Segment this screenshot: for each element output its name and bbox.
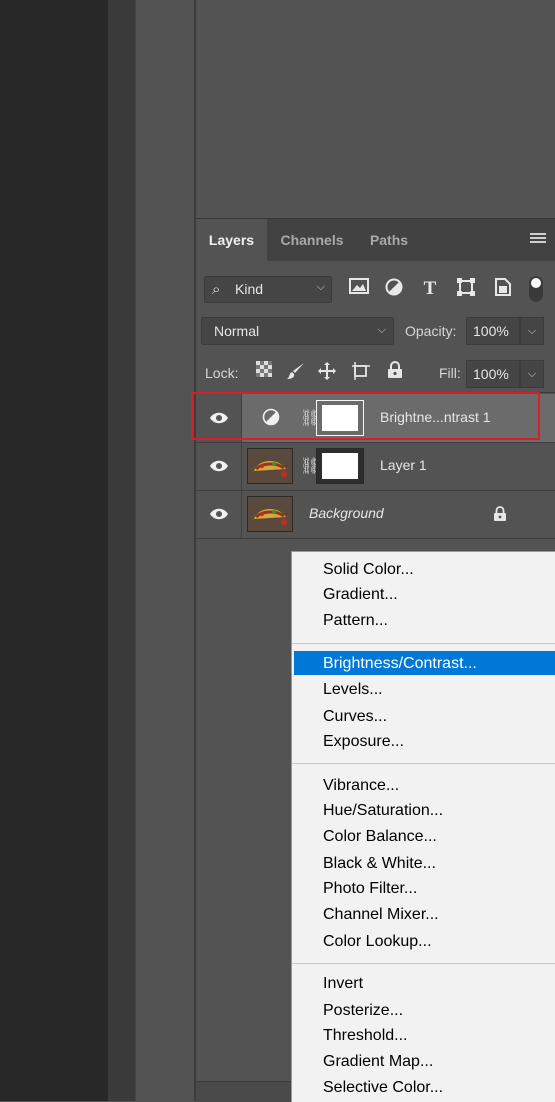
layer-row-background[interactable]: Background [196, 490, 555, 539]
lock-transparent-pixels-icon[interactable] [253, 361, 275, 383]
layer-thumbnail[interactable] [247, 448, 293, 484]
lock-row: Lock: Fill: 100% ⌵ [196, 352, 555, 393]
menu-separator [292, 963, 555, 964]
lock-artboard-icon[interactable] [350, 361, 372, 383]
smart-object-filter-icon[interactable] [492, 278, 514, 300]
chevron-down-icon: ⌵ [377, 324, 386, 336]
tab-channels[interactable]: Channels [268, 219, 356, 261]
taco-image-icon [248, 449, 292, 483]
menu-separator [292, 763, 555, 764]
chevron-down-icon: ⌵ [316, 281, 325, 293]
type-filter-icon[interactable]: T [419, 278, 441, 300]
menu-item-color-lookup[interactable]: Color Lookup... [292, 929, 555, 953]
filter-toggle-switch[interactable] [529, 276, 543, 302]
layer-name[interactable]: Layer 1 [380, 457, 427, 473]
panel-menu-icon[interactable] [530, 233, 546, 247]
layer-name[interactable]: Background [309, 505, 384, 521]
blend-row: Normal ⌵ Opacity: 100% ⌵ [196, 310, 555, 352]
tab-paths[interactable]: Paths [356, 219, 422, 261]
layer-row-layer-1[interactable]: ⛓ Layer 1 [196, 442, 555, 491]
fill-value: 100% [473, 366, 509, 382]
filter-kind-label: Kind [235, 281, 264, 297]
eye-icon [210, 508, 228, 520]
opacity-value: 100% [473, 323, 509, 339]
menu-item-photo-filter[interactable]: Photo Filter... [292, 876, 555, 900]
selected-layer-highlight-box [191, 392, 540, 440]
opacity-field[interactable]: 100% [466, 317, 520, 345]
panel-dock-strip [135, 0, 195, 1101]
menu-item-gradient-map[interactable]: Gradient Map... [292, 1049, 555, 1073]
menu-item-threshold[interactable]: Threshold... [292, 1023, 555, 1047]
menu-item-selective-color[interactable]: Selective Color... [292, 1075, 555, 1099]
menu-item-vibrance[interactable]: Vibrance... [292, 773, 555, 797]
menu-item-color-balance[interactable]: Color Balance... [292, 824, 555, 848]
layer-filter-row: ⌕ Kind ⌵ T [196, 260, 555, 310]
menu-item-hue-saturation[interactable]: Hue/Saturation... [292, 798, 555, 822]
adjustment-filter-icon[interactable] [383, 278, 405, 300]
menu-item-black-white[interactable]: Black & White... [292, 851, 555, 875]
menu-item-posterize[interactable]: Posterize... [292, 998, 555, 1022]
taco-image-icon [248, 497, 292, 531]
menu-item-gradient[interactable]: Gradient... [292, 582, 555, 606]
menu-item-exposure[interactable]: Exposure... [292, 729, 555, 753]
opacity-label: Opacity: [405, 323, 457, 339]
menu-separator [292, 643, 555, 644]
new-adjustment-layer-menu: Solid Color... Gradient... Pattern... Br… [291, 551, 555, 1102]
shape-filter-icon[interactable] [455, 278, 477, 300]
fill-field[interactable]: 100% [466, 360, 520, 388]
lock-image-pixels-brush-icon[interactable] [285, 361, 307, 383]
visibility-toggle[interactable] [196, 490, 242, 538]
menu-item-solid-color[interactable]: Solid Color... [292, 557, 555, 581]
menu-item-invert[interactable]: Invert [292, 971, 555, 995]
lock-icon [494, 506, 506, 521]
fill-dropdown-button[interactable]: ⌵ [520, 360, 544, 388]
upper-panel-empty [196, 0, 555, 218]
blend-mode-value: Normal [214, 323, 260, 339]
visibility-toggle[interactable] [196, 442, 242, 490]
image-filter-icon[interactable] [348, 278, 370, 300]
panel-bottom-toolbar [196, 1081, 291, 1102]
lock-all-icon[interactable] [384, 361, 406, 383]
document-canvas-area [0, 0, 108, 1101]
menu-item-channel-mixer[interactable]: Channel Mixer... [292, 902, 555, 926]
fill-label: Fill: [439, 365, 461, 381]
panel-tab-bar: Layers Channels Paths [196, 218, 555, 261]
lock-label: Lock: [205, 365, 239, 381]
layer-thumbnail[interactable] [247, 496, 293, 532]
menu-item-pattern[interactable]: Pattern... [292, 608, 555, 632]
lock-position-move-icon[interactable] [316, 361, 338, 383]
search-icon: ⌕ [212, 281, 221, 298]
tab-layers[interactable]: Layers [196, 219, 267, 261]
filter-kind-select[interactable]: ⌕ Kind ⌵ [204, 276, 332, 303]
blend-mode-select[interactable]: Normal ⌵ [201, 317, 394, 345]
menu-item-levels[interactable]: Levels... [292, 677, 555, 701]
eye-icon [210, 460, 228, 472]
menu-item-curves[interactable]: Curves... [292, 704, 555, 728]
layer-mask-thumbnail[interactable] [316, 448, 364, 484]
opacity-dropdown-button[interactable]: ⌵ [520, 317, 544, 345]
menu-item-brightness-contrast[interactable]: Brightness/Contrast... [294, 651, 555, 675]
canvas-scroll-gutter [108, 0, 135, 1101]
